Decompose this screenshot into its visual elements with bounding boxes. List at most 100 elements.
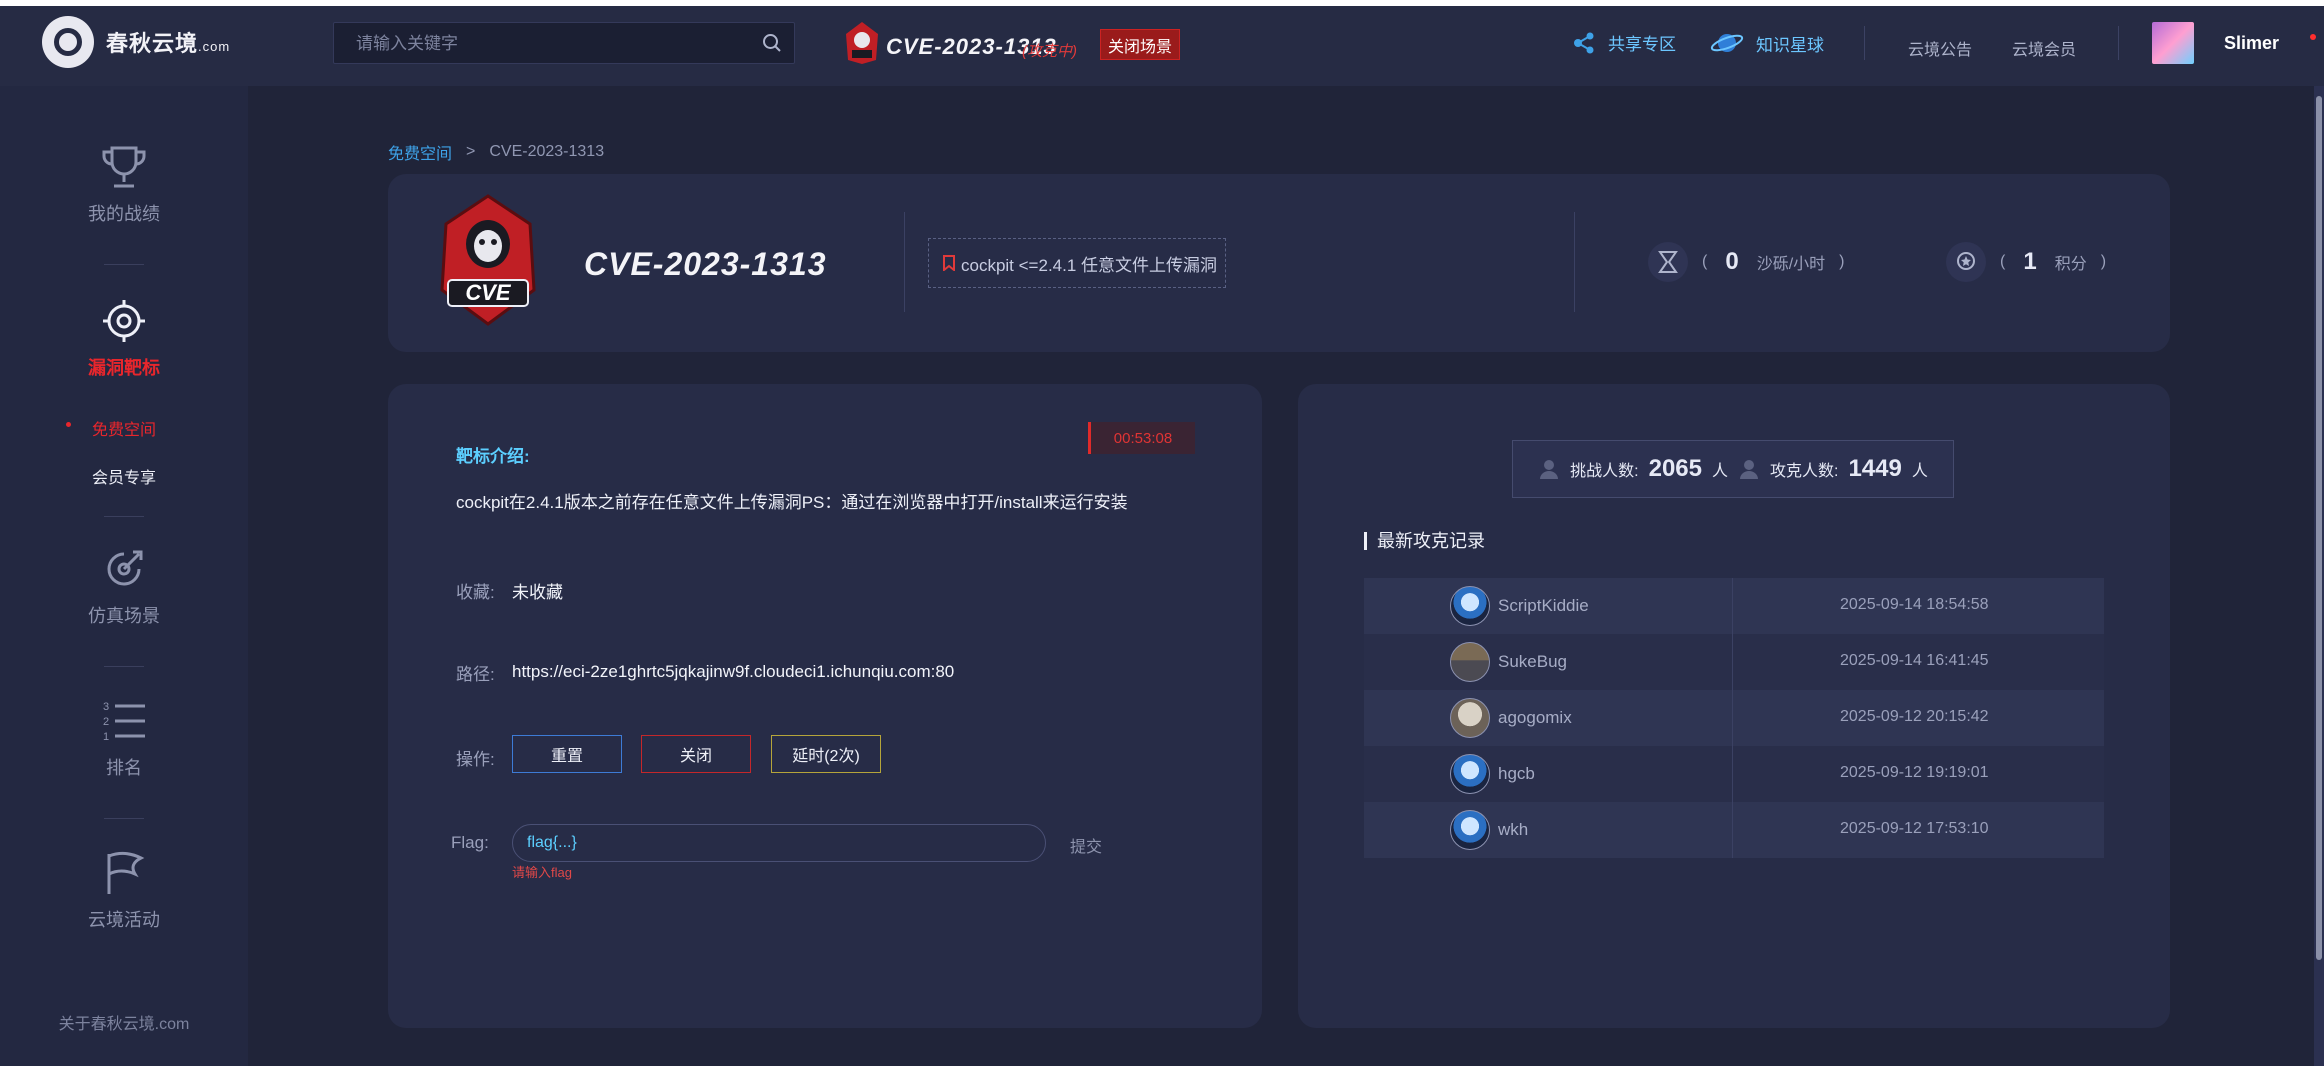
flag-label: Flag:: [451, 833, 489, 852]
column-divider: [1732, 746, 1733, 802]
challenge-count: 2065: [1648, 455, 1702, 482]
nav-member-link[interactable]: 云境会员: [2012, 36, 2076, 60]
paren-close: ): [1839, 253, 1845, 270]
rank-list-icon: 3 2 1: [103, 701, 145, 743]
challenge-label: 挑战人数:: [1570, 463, 1639, 480]
submit-button[interactable]: 提交: [1070, 833, 1102, 857]
close-button[interactable]: 关闭: [641, 735, 751, 773]
nav-announcement-link[interactable]: 云境公告: [1908, 36, 1972, 60]
sidebar: 我的战绩 漏洞靶标 免费空间 会员专享 仿真场景 3 2 1 排名 云境活动 关…: [0, 86, 248, 1066]
rank-digit: 2: [103, 716, 109, 728]
table-row: SukeBug 2025-09-14 16:41:45: [1364, 634, 2104, 690]
scrollbar-thumb[interactable]: [2316, 96, 2322, 960]
intro-label: 靶标介绍:: [456, 447, 530, 466]
table-row: agogomix 2025-09-12 20:15:42: [1364, 690, 2104, 746]
trophy-icon: [102, 146, 146, 188]
close-scene-button[interactable]: 关闭场景: [1100, 29, 1180, 60]
sidebar-divider: [104, 264, 144, 265]
sidebar-item-label: 漏洞靶标: [88, 358, 160, 378]
sidebar-item-target[interactable]: 漏洞靶标: [0, 298, 248, 380]
sand-unit: 沙砾/小时: [1756, 256, 1826, 273]
target-title: CVE-2023-1313: [584, 246, 827, 282]
rank-digit: 1: [103, 731, 109, 743]
path-label: 路径:: [456, 665, 495, 684]
sidebar-item-activity[interactable]: 云境活动: [0, 850, 248, 932]
header-divider: [1574, 212, 1575, 312]
user-menu[interactable]: Slimer: [2152, 22, 2279, 64]
column-divider: [1732, 802, 1733, 858]
nav-share-zone[interactable]: 共享专区: [1572, 30, 1676, 55]
about-link[interactable]: 关于春秋云境.com: [0, 1010, 248, 1034]
cve-mascot-badge: CVE: [440, 194, 536, 326]
header-divider: [904, 212, 905, 312]
search-icon[interactable]: [762, 33, 782, 53]
record-time: 2025-09-14 18:54:58: [1840, 596, 1989, 613]
column-divider: [1732, 634, 1733, 690]
share-icon: [1574, 32, 1594, 53]
search-box: [333, 22, 795, 65]
sand-reward-stat: (0 沙砾/小时): [1648, 242, 1844, 282]
path-link[interactable]: https://eci-2ze1ghrtc5jqkajinw9f.cloudec…: [512, 662, 954, 682]
nav-planet-label: 知识星球: [1756, 35, 1824, 55]
flag-hint: 请输入flag: [512, 865, 572, 880]
record-username[interactable]: wkh: [1498, 820, 1528, 840]
medal-icon: [1946, 242, 1986, 282]
nav-knowledge-planet[interactable]: 知识星球: [1710, 28, 1824, 58]
cve-badge-text: CVE: [465, 280, 512, 305]
sidebar-sub-member[interactable]: 会员专享: [0, 464, 248, 488]
favorite-value[interactable]: 未收藏: [512, 578, 563, 603]
record-username[interactable]: SukeBug: [1498, 652, 1567, 672]
simulation-icon: [107, 550, 143, 586]
table-row: ScriptKiddie 2025-09-14 18:54:58: [1364, 578, 2104, 634]
solved-label: 攻克人数:: [1770, 463, 1839, 480]
notification-dot: [2310, 34, 2316, 40]
breadcrumb-root-link[interactable]: 免费空间: [388, 140, 452, 164]
flag-icon: [107, 851, 145, 894]
username: Slimer: [2224, 32, 2280, 53]
solved-unit: 人: [1911, 463, 1928, 480]
person-icon: [1740, 460, 1758, 479]
column-divider: [1732, 578, 1733, 634]
sidebar-divider: [104, 818, 144, 819]
hacker-mascot-icon: [846, 22, 878, 64]
records-title: 最新攻克记录: [1364, 532, 1485, 550]
record-time: 2025-09-12 19:19:01: [1840, 764, 1989, 781]
breadcrumb: 免费空间 > CVE-2023-1313: [388, 140, 604, 164]
avatar: [1450, 698, 1490, 738]
paren-open: (: [2000, 253, 2006, 270]
record-time: 2025-09-12 20:15:42: [1840, 708, 1989, 725]
search-input[interactable]: [334, 23, 758, 65]
sidebar-sub-free[interactable]: 免费空间: [0, 416, 248, 440]
solved-count: 1449: [1848, 455, 1902, 482]
bookmark-icon: [943, 255, 955, 271]
target-detail-panel: [388, 384, 1262, 1028]
sidebar-divider: [104, 666, 144, 667]
target-icon: [103, 300, 145, 342]
extend-button[interactable]: 延时(2次): [771, 735, 881, 773]
breadcrumb-current: CVE-2023-1313: [489, 143, 605, 160]
operations-label: 操作:: [456, 750, 495, 769]
table-row: wkh 2025-09-12 17:53:10: [1364, 802, 2104, 858]
record-username[interactable]: hgcb: [1498, 764, 1535, 784]
sidebar-item-simulation[interactable]: 仿真场景: [0, 546, 248, 628]
record-username[interactable]: agogomix: [1498, 708, 1572, 728]
reset-button[interactable]: 重置: [512, 735, 622, 773]
user-avatar: [2152, 22, 2194, 64]
logo-text: 春秋云境: [106, 31, 199, 56]
nav-share-label: 共享专区: [1608, 35, 1676, 54]
nav-divider: [2118, 26, 2119, 60]
sidebar-item-rank[interactable]: 3 2 1 排名: [0, 698, 248, 780]
record-username[interactable]: ScriptKiddie: [1498, 596, 1589, 616]
flag-input[interactable]: [512, 824, 1046, 862]
score-unit: 积分: [2054, 256, 2087, 273]
planet-icon: [1710, 34, 1744, 52]
score-value: 1: [2023, 248, 2037, 275]
logo-icon: [42, 16, 94, 68]
records-table: ScriptKiddie 2025-09-14 18:54:58 SukeBug…: [1364, 578, 2104, 858]
table-row: hgcb 2025-09-12 19:19:01: [1364, 746, 2104, 802]
record-time: 2025-09-12 17:53:10: [1840, 820, 1989, 837]
sidebar-item-record[interactable]: 我的战绩: [0, 144, 248, 226]
site-logo[interactable]: 春秋云境.com: [42, 16, 230, 68]
sidebar-sub-label: 免费空间: [91, 422, 156, 439]
participant-counts: 挑战人数: 2065 人 攻克人数: 1449 人: [1512, 440, 1954, 498]
